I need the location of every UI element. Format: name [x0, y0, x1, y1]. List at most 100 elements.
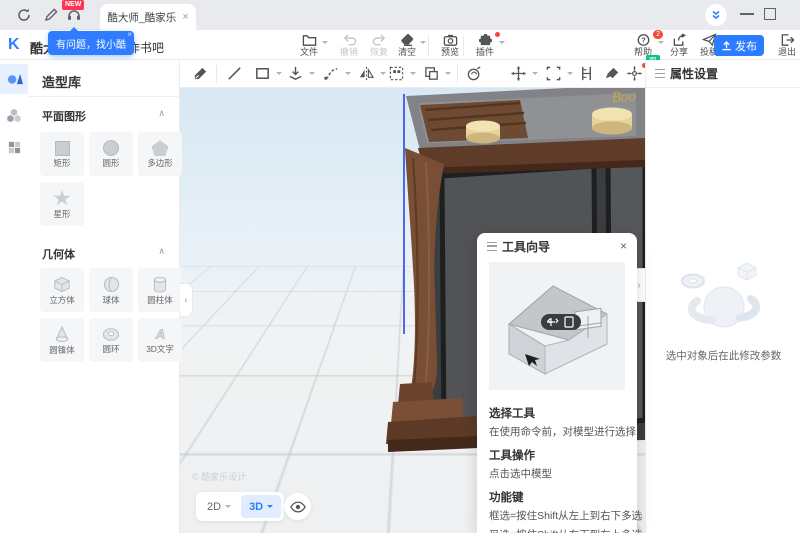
mode-3d-button[interactable]: 3D	[241, 495, 281, 518]
redo-icon	[372, 33, 387, 47]
line-tool[interactable]	[226, 65, 244, 83]
marquee-caret-icon	[567, 72, 573, 75]
guide-text: 点击选中模型	[489, 467, 629, 481]
empty-state-illustration-icon	[669, 255, 779, 337]
tool-guide-header[interactable]: 工具向导 ×	[477, 233, 637, 259]
tooltip-close-icon[interactable]: ×	[127, 30, 132, 39]
upload-icon	[721, 40, 732, 51]
shapes-icon	[6, 71, 23, 87]
material-brush-tool[interactable]	[466, 65, 484, 83]
plugin-button[interactable]: 插件	[468, 33, 502, 59]
marquee-select-tool[interactable]	[545, 65, 563, 83]
array-tool[interactable]	[388, 65, 406, 83]
shape-tile-cube[interactable]: 立方体	[40, 268, 84, 312]
shape-tile-sphere[interactable]: 球体	[89, 268, 133, 312]
shape-tile-cylinder[interactable]: 圆柱体	[138, 268, 182, 312]
mirror-tool[interactable]	[358, 65, 376, 83]
shape-tile-polygon[interactable]: 多边形	[138, 132, 182, 176]
rectangle-icon	[55, 141, 70, 156]
mode-2d-caret-icon	[225, 505, 231, 508]
drawbar-divider	[457, 65, 458, 83]
move-tool[interactable]	[510, 65, 528, 83]
puzzle-icon	[478, 33, 493, 47]
drag-handle-icon[interactable]	[487, 242, 497, 251]
torus-icon	[102, 327, 120, 342]
window-tab-bar: NEW 酷大师_酷家乐 ×	[0, 0, 800, 30]
shape-tile-torus[interactable]: 圆环	[89, 318, 133, 362]
shape-tile-3d-text[interactable]: A 3D文字	[138, 318, 182, 362]
undo-button[interactable]: 撤销	[332, 33, 366, 59]
maximize-button[interactable]	[764, 8, 776, 20]
exit-button[interactable]: 退出	[770, 33, 800, 59]
properties-empty-state: 选中对象后在此修改参数	[646, 255, 800, 363]
viewport-watermark: © 酷家乐设计	[192, 470, 246, 483]
rectangle-tool[interactable]	[254, 65, 272, 83]
push-pull-tool[interactable]	[287, 65, 305, 83]
logout-icon	[780, 33, 795, 47]
toolbar-divider	[428, 36, 429, 56]
house-illustration-icon	[489, 262, 625, 390]
guide-heading: 工具操作	[489, 447, 629, 463]
pen-icon[interactable]	[43, 7, 59, 23]
toolbar-divider	[463, 36, 464, 56]
collapse-section-icon[interactable]: ∧	[158, 246, 165, 257]
section-solids: 几何体	[42, 246, 75, 262]
preview-button[interactable]: 预览	[433, 33, 467, 59]
shape-tile-star[interactable]: 星形	[40, 182, 84, 226]
publish-button[interactable]: 发布	[714, 35, 764, 56]
svg-text:Boo: Boo	[611, 89, 636, 106]
nav-models-item[interactable]	[0, 100, 28, 130]
drawing-toolbar: 限免	[180, 60, 645, 88]
copy-tool[interactable]	[423, 65, 441, 83]
copy-caret-icon	[445, 72, 451, 75]
eye-icon	[290, 501, 306, 513]
shape-library-title: 造型库	[42, 72, 81, 91]
plugin-notification-dot	[495, 32, 500, 37]
guide-heading: 选择工具	[489, 405, 629, 421]
collapse-window-button[interactable]	[705, 4, 727, 26]
svg-text:A: A	[154, 327, 165, 342]
nav-shapes-item[interactable]	[0, 64, 28, 94]
collapse-section-icon[interactable]: ∧	[158, 108, 165, 119]
camera-icon	[443, 33, 458, 47]
shape-tile-circle[interactable]: 圆形	[89, 132, 133, 176]
tab-close-icon[interactable]: ×	[182, 11, 188, 23]
help-icon: ?	[636, 33, 651, 47]
gizmo-tool[interactable]	[626, 65, 644, 83]
panel-menu-icon[interactable]	[655, 69, 665, 78]
properties-panel-header: 属性设置	[646, 60, 800, 88]
panel-divider	[28, 96, 180, 97]
file-menu-button[interactable]: 文件	[292, 33, 326, 59]
tool-guide-close-icon[interactable]: ×	[620, 239, 627, 253]
guide-heading: 功能键	[489, 489, 629, 505]
tab-kool-master[interactable]: 酷大师_酷家乐 ×	[100, 4, 196, 30]
share-button[interactable]: 分享	[662, 33, 696, 59]
dimension-tool[interactable]	[578, 65, 596, 83]
collapse-left-panel-handle[interactable]: ‹	[180, 283, 193, 317]
3d-text-icon: A	[152, 326, 169, 342]
file-caret-icon	[322, 41, 328, 44]
mode-2d-button[interactable]: 2D	[199, 495, 239, 518]
share-icon	[672, 33, 687, 47]
refresh-icon[interactable]	[16, 7, 32, 23]
kool-logo: K	[8, 36, 26, 54]
visibility-button[interactable]	[284, 493, 311, 520]
material-swatch-tool[interactable]	[192, 65, 210, 83]
spline-tool[interactable]	[323, 65, 341, 83]
svg-text:?: ?	[641, 37, 645, 44]
properties-panel-title: 属性设置	[670, 65, 718, 82]
tool-guide-body: 选择工具 在使用命令前，对模型进行选择 工具操作 点击选中模型 功能键 框选=按…	[489, 397, 629, 533]
shape-tile-rectangle[interactable]: 矩形	[40, 132, 84, 176]
view-mode-switcher: 2D 3D	[196, 492, 284, 521]
tool-guide-title: 工具向导	[502, 238, 615, 255]
minimize-button[interactable]	[740, 13, 754, 15]
shape-tile-cone[interactable]: 圆锥体	[40, 318, 84, 362]
assistant-tooltip[interactable]: 有问题，找小酷 ×	[48, 31, 134, 55]
nav-materials-item[interactable]	[0, 132, 28, 162]
paint-brush-tool[interactable]	[604, 65, 622, 83]
guide-hotkey: 框选=按住Shift从左上到右下多选	[489, 509, 629, 523]
tool-guide-illustration	[489, 262, 625, 390]
push-pull-caret-icon	[309, 72, 315, 75]
star-icon	[53, 190, 71, 207]
clear-button[interactable]: 清空	[390, 33, 424, 59]
